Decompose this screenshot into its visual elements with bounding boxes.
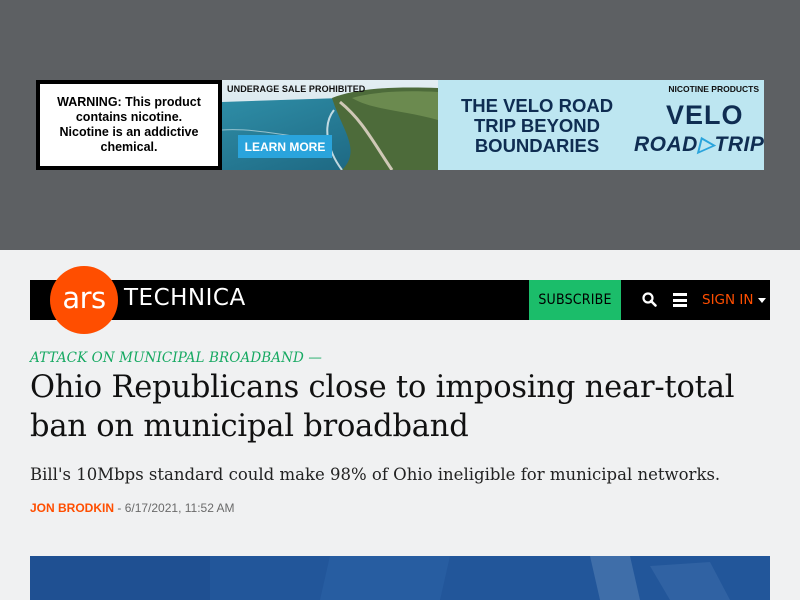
velo-banner-ad[interactable]: WARNING: This product contains nicotine.… <box>36 80 764 170</box>
nicotine-warning-box: WARNING: This product contains nicotine.… <box>40 84 218 166</box>
subscribe-button[interactable]: SUBSCRIBE <box>529 280 621 320</box>
author-link[interactable]: Jon Brodkin <box>30 501 114 515</box>
learn-more-button[interactable]: LEARN MORE <box>238 135 332 158</box>
roadtrip-logo-road: ROAD <box>634 133 698 156</box>
ad-band: WARNING: This product contains nicotine.… <box>0 0 800 250</box>
underage-notice: UNDERAGE SALE PROHIBITED <box>227 84 366 94</box>
ad-coastal-road-photo: UNDERAGE SALE PROHIBITED LEARN MORE <box>222 80 438 170</box>
article-byline: Jon Brodkin - 6/17/2021, 11:52 AM <box>30 501 235 515</box>
roadtrip-arrow-icon: ▷ <box>697 133 715 156</box>
logo-technica-text[interactable]: TECHNICA <box>124 285 246 311</box>
logo-ars-text: ars <box>62 281 106 315</box>
roadtrip-logo: ROAD▷TRIP <box>634 132 764 157</box>
hamburger-menu-button[interactable] <box>670 290 690 310</box>
article-date: 6/17/2021, 11:52 AM <box>124 501 235 515</box>
ad-brand-panel: NICOTINE PRODUCTS THE VELO ROAD TRIP BEY… <box>438 80 764 170</box>
nicotine-products-label: NICOTINE PRODUCTS <box>668 84 759 94</box>
roadtrip-logo-trip: TRIP <box>714 133 764 156</box>
menu-line <box>673 298 687 302</box>
search-icon <box>642 292 657 307</box>
ars-logo-circle[interactable]: ars <box>50 266 118 334</box>
article-kicker[interactable]: ATTACK ON MUNICIPAL BROADBAND — <box>30 350 322 366</box>
menu-line <box>673 293 687 296</box>
nicotine-warning-text: WARNING: This product contains nicotine.… <box>57 95 201 154</box>
menu-line <box>673 304 687 307</box>
sign-in-link[interactable]: SIGN IN <box>702 290 767 310</box>
byline-separator: - <box>114 501 125 515</box>
article-title: Ohio Republicans close to imposing near-… <box>30 370 735 444</box>
sign-in-label: SIGN IN <box>702 292 754 308</box>
ad-headline: THE VELO ROAD TRIP BEYOND BOUNDARIES <box>460 95 614 156</box>
velo-logo: VELO <box>666 100 744 130</box>
chevron-down-icon <box>758 297 767 303</box>
article-dek: Bill's 10Mbps standard could make 98% of… <box>30 465 721 484</box>
hero-image-graphic <box>30 556 770 600</box>
article-hero-image <box>30 556 770 600</box>
search-button[interactable] <box>640 290 660 310</box>
